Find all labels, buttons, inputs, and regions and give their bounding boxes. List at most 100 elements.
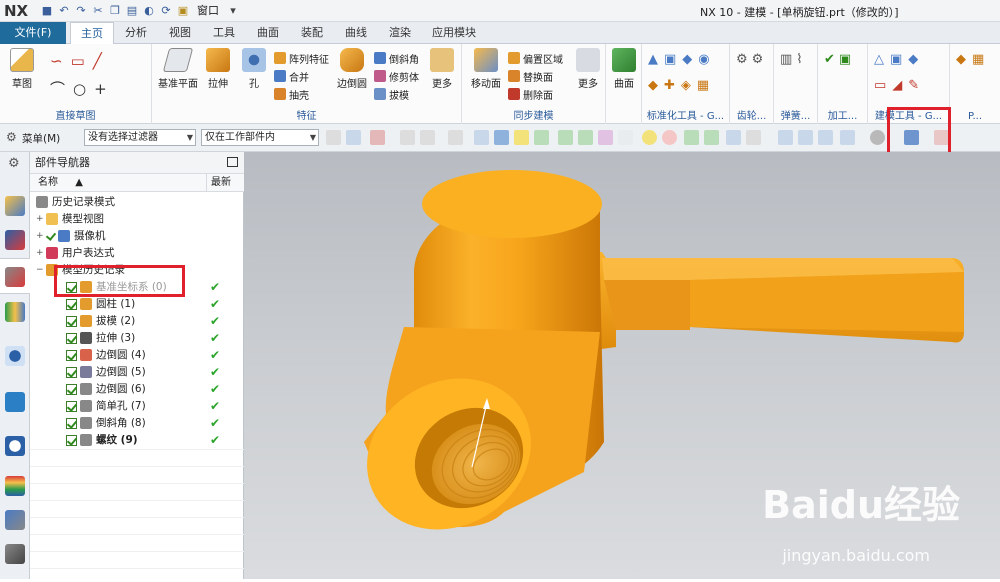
draft-button[interactable]: 拔模	[374, 86, 409, 102]
extrude-button[interactable]: 拉伸	[202, 48, 234, 100]
tab-surface[interactable]: 曲面	[248, 22, 288, 44]
tab-render[interactable]: 渲染	[380, 22, 420, 44]
navigator-row[interactable]: + 摄像机	[30, 228, 244, 245]
palette-icon[interactable]	[5, 476, 25, 496]
constraint-navigator-icon[interactable]	[5, 230, 25, 250]
handle-arm[interactable]	[544, 252, 964, 357]
rect-select-icon[interactable]	[420, 130, 435, 145]
lasso-icon[interactable]	[448, 130, 463, 145]
expand-icon[interactable]: +	[36, 228, 44, 245]
expand-icon[interactable]: +	[36, 245, 44, 262]
tab-curve[interactable]: 曲线	[336, 22, 376, 44]
web-browser-icon[interactable]	[5, 392, 25, 412]
render-style-icon[interactable]	[870, 130, 885, 145]
control-point-icon[interactable]	[598, 130, 613, 145]
feature-row[interactable]: 圆柱 (1) ✔	[30, 296, 244, 313]
selection-scope-dropdown[interactable]: 仅在工作部件内 ▼	[201, 129, 319, 146]
sketch-curve-tools[interactable]: ∽▭╱	[50, 52, 110, 70]
select-mode-icon[interactable]	[346, 130, 361, 145]
main-cylinder[interactable]	[339, 170, 604, 559]
offset-region-button[interactable]: 偏置区域	[508, 50, 563, 66]
existing-point-icon[interactable]	[684, 130, 699, 145]
endpoint-snap-icon[interactable]	[558, 130, 573, 145]
hd3d-tools-icon[interactable]	[5, 346, 25, 366]
sketch-shape-tools[interactable]: ⌒○+	[50, 78, 115, 99]
more-tools-icons[interactable]: ◆▦	[956, 52, 990, 67]
unite-button[interactable]: 合并	[274, 68, 309, 84]
feature-more-button[interactable]: 更多	[426, 48, 458, 100]
trim-body-button[interactable]: 修剪体	[374, 68, 419, 84]
cube-icon[interactable]	[474, 130, 489, 145]
process-studio-icon[interactable]	[5, 510, 25, 530]
visibility-checkbox[interactable]	[66, 299, 77, 310]
part-navigator-tab[interactable]	[0, 258, 30, 294]
midpoint-snap-icon[interactable]	[578, 130, 593, 145]
maximize-icon[interactable]	[227, 157, 238, 167]
point-on-curve-icon[interactable]	[704, 130, 719, 145]
navigator-row[interactable]: 历史记录模式	[30, 194, 244, 211]
std-tools-icons[interactable]: ▲▣◆◉	[648, 52, 716, 67]
machining-tools-icons[interactable]: ✔▣	[824, 52, 855, 67]
redo-icon[interactable]: ↷	[74, 4, 88, 18]
spring-tools-icons[interactable]: ▥⌇	[780, 52, 807, 67]
orient-view-icon[interactable]	[840, 130, 855, 145]
move-face-button[interactable]: 移动面	[468, 48, 504, 100]
visibility-checkbox[interactable]	[66, 401, 77, 412]
solid-body-icon[interactable]	[494, 130, 509, 145]
roles-icon[interactable]	[5, 544, 25, 564]
navigator-row[interactable]: + 模型视图	[30, 211, 244, 228]
surface-button[interactable]: 曲面	[608, 48, 640, 100]
feature-row[interactable]: 简单孔 (7) ✔	[30, 398, 244, 415]
sketch-button[interactable]: 草图	[6, 48, 38, 100]
tab-tools[interactable]: 工具	[204, 22, 244, 44]
history-icon[interactable]	[5, 436, 25, 456]
snap-icon[interactable]	[326, 130, 341, 145]
point-snap-icon[interactable]	[514, 130, 529, 145]
column-name[interactable]: 名称 ▲	[38, 174, 83, 192]
copy-icon[interactable]: ❐	[108, 4, 122, 18]
visibility-checkbox[interactable]	[66, 316, 77, 327]
menu-settings-icon[interactable]: ⚙	[6, 130, 17, 144]
visibility-checkbox[interactable]	[66, 418, 77, 429]
feature-row[interactable]: 边倒圆 (4) ✔	[30, 347, 244, 364]
feature-row[interactable]: 边倒圆 (6) ✔	[30, 381, 244, 398]
paste-icon[interactable]: ▤	[125, 4, 139, 18]
feature-row[interactable]: 倒斜角 (8) ✔	[30, 415, 244, 432]
feature-row[interactable]: 拔模 (2) ✔	[30, 313, 244, 330]
undo-icon[interactable]: ↶	[57, 4, 71, 18]
selection-intent-icon[interactable]	[370, 130, 385, 145]
window-menu[interactable]: 窗口	[193, 4, 223, 18]
repeat-command-icon[interactable]: ⟳	[159, 4, 173, 18]
visibility-checkbox[interactable]	[66, 350, 77, 361]
tab-home[interactable]: 主页	[70, 22, 114, 44]
intersection-icon[interactable]	[618, 130, 633, 145]
graphics-window[interactable]: Baidu经验 jingyan.baidu.com	[244, 152, 1000, 579]
selection-filter-dropdown[interactable]: 没有选择过滤器 ▼	[84, 129, 196, 146]
edge-blend-button[interactable]: 边倒圆	[332, 48, 372, 100]
visibility-checkbox[interactable]	[66, 384, 77, 395]
tab-file[interactable]: 文件(F)	[0, 22, 66, 44]
point-on-face-icon[interactable]	[726, 130, 741, 145]
cut-icon[interactable]: ✂	[91, 4, 105, 18]
hole-button[interactable]: 孔	[238, 48, 270, 100]
tab-applications[interactable]: 应用模块	[424, 22, 484, 44]
rotate-icon[interactable]	[818, 130, 833, 145]
tab-view[interactable]: 视图	[160, 22, 200, 44]
window-icon[interactable]: ▣	[176, 4, 190, 18]
feature-row[interactable]: 螺纹 (9) ✔	[30, 432, 244, 449]
gear-tools-icons[interactable]: ⚙⚙	[736, 52, 767, 67]
datum-plane-button[interactable]: 基准平面	[158, 48, 198, 100]
customize-dropdown-icon[interactable]: ▾	[226, 4, 240, 18]
pattern-feature-button[interactable]: 阵列特征	[274, 50, 329, 66]
delete-face-button[interactable]: 删除面	[508, 86, 553, 102]
reuse-library-icon[interactable]	[5, 302, 25, 322]
settings-icon[interactable]: ⚙	[8, 156, 20, 171]
sync-more-button[interactable]: 更多	[572, 48, 604, 100]
expand-icon[interactable]: +	[36, 211, 44, 228]
tab-assembly[interactable]: 装配	[292, 22, 332, 44]
bounded-grid-icon[interactable]	[746, 130, 761, 145]
menu-button[interactable]: 菜单(M)	[22, 131, 60, 146]
fit-view-icon[interactable]	[778, 130, 793, 145]
touch-mode-icon[interactable]: ◐	[142, 4, 156, 18]
replace-face-button[interactable]: 替换面	[508, 68, 553, 84]
